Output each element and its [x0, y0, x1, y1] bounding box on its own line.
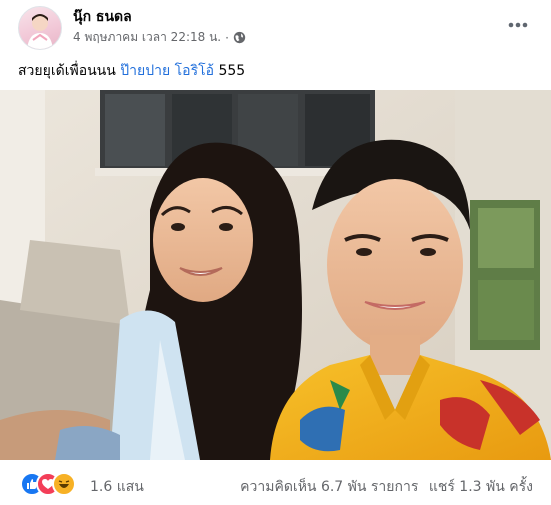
facebook-post: นุ๊ก ธนดล 4 พฤษภาคม เวลา 22:18 น. · สวยย…	[0, 0, 551, 505]
photo-image	[0, 90, 551, 460]
share-count[interactable]: แชร์ 1.3 พัน ครั้ง	[429, 479, 533, 495]
post-header: นุ๊ก ธนดล 4 พฤษภาคม เวลา 22:18 น. ·	[0, 0, 551, 56]
haha-icon	[52, 472, 76, 496]
avatar[interactable]	[18, 6, 62, 50]
avatar-image	[27, 14, 53, 49]
globe-icon	[233, 31, 246, 44]
post-photo[interactable]	[0, 90, 551, 460]
post-timestamp[interactable]: 4 พฤษภาคม เวลา 22:18 น.	[73, 28, 221, 47]
reaction-icons[interactable]	[20, 472, 90, 496]
meta-separator: ·	[225, 30, 229, 45]
caption-suffix: 555	[218, 63, 246, 79]
reaction-count[interactable]: 1.6 แสน	[90, 476, 144, 498]
post-caption: สวยยุเด้เพื่อนนน ป๊ายปาย โอริโอ้ 555	[18, 60, 245, 82]
comment-count[interactable]: ความคิดเห็น 6.7 พัน รายการ	[240, 479, 418, 495]
tagged-user-1[interactable]: ป๊ายปาย	[120, 63, 170, 79]
caption-text: สวยยุเด้เพื่อนนน	[18, 63, 116, 79]
more-dots-icon	[508, 22, 528, 28]
tagged-user-2[interactable]: โอริโอ้	[175, 63, 214, 79]
post-stats: ความคิดเห็น 6.7 พัน รายการ แชร์ 1.3 พัน …	[234, 476, 533, 498]
author-name[interactable]: นุ๊ก ธนดล	[73, 6, 132, 28]
more-options-button[interactable]	[505, 12, 531, 38]
post-footer: 1.6 แสน ความคิดเห็น 6.7 พัน รายการ แชร์ …	[0, 462, 551, 505]
post-meta: 4 พฤษภาคม เวลา 22:18 น. ·	[73, 28, 246, 47]
